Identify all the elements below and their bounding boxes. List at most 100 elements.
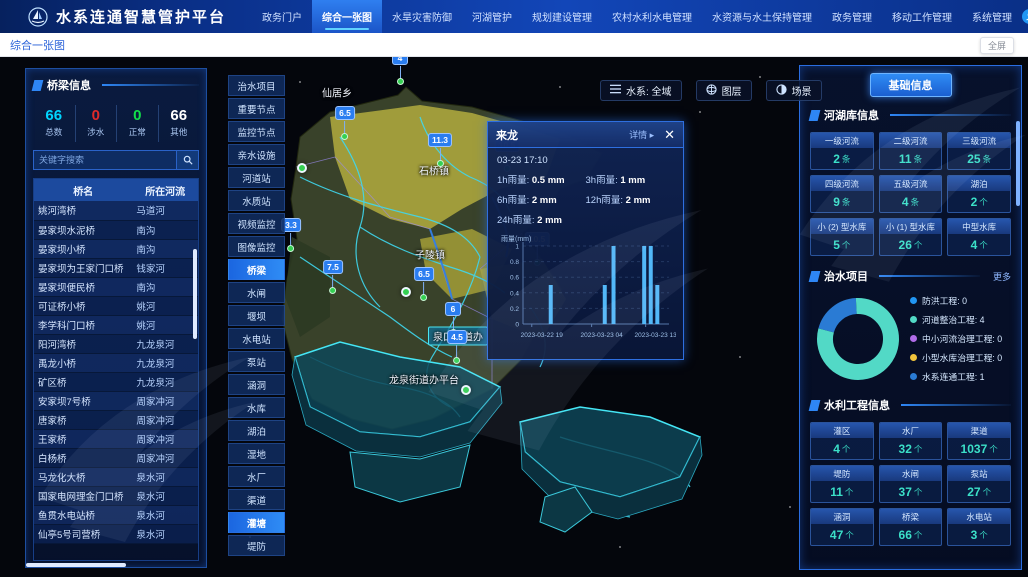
- layer-item-11[interactable]: 水电站: [228, 328, 285, 349]
- layer-item-14[interactable]: 水库: [228, 397, 285, 418]
- layer-item-4[interactable]: 河道站: [228, 167, 285, 188]
- nav-item-0[interactable]: 政务门户: [252, 0, 312, 33]
- layer-item-6[interactable]: 视频监控: [228, 213, 285, 234]
- search-input[interactable]: [33, 150, 177, 170]
- table-row[interactable]: 姚河湾桥马道河: [34, 201, 198, 220]
- table-row[interactable]: 唐家桥周家冲河: [34, 410, 198, 429]
- search-button[interactable]: [177, 150, 199, 170]
- table-row[interactable]: 王家桥周家冲河: [34, 429, 198, 448]
- map-poi-icon[interactable]: [297, 163, 307, 173]
- nav-item-1[interactable]: 综合一张图: [312, 0, 382, 33]
- layer-item-5[interactable]: 水质站: [228, 190, 285, 211]
- panel-scrollbar[interactable]: [1016, 121, 1020, 206]
- nav-item-2[interactable]: 水旱灾害防御: [382, 0, 462, 33]
- layer-item-1[interactable]: 重要节点: [228, 98, 285, 119]
- basic-info-panel: 基础信息 河湖库信息 一级河流2条二级河流11条三级河流25条四级河流9条五级河…: [799, 65, 1022, 570]
- nav-item-6[interactable]: 水资源与水土保持管理: [702, 0, 822, 33]
- user-menu[interactable]: hhzb42080201 ▼: [1022, 9, 1028, 24]
- bridge-table: 桥名所在河流 姚河湾桥马道河晏家坝水泥桥南沟晏家坝小桥南沟晏家坝为王家门口桥钱家…: [34, 179, 198, 544]
- fullscreen-button[interactable]: 全屏: [980, 37, 1014, 54]
- table-row[interactable]: 晏家坝便民桥南沟: [34, 277, 198, 296]
- rain-metric: 3h雨量: 1 mm: [586, 172, 675, 186]
- layer-item-8[interactable]: 桥梁: [228, 259, 285, 280]
- table-row[interactable]: 国家电网理金门口桥泉水河: [34, 486, 198, 505]
- layer-item-7[interactable]: 图像监控: [228, 236, 285, 257]
- popup-title: 来龙: [496, 127, 629, 143]
- map-poi-icon[interactable]: [461, 385, 471, 395]
- nav-item-4[interactable]: 规划建设管理: [522, 0, 602, 33]
- layer-item-18[interactable]: 渠道: [228, 489, 285, 510]
- svg-text:0.6: 0.6: [510, 275, 519, 282]
- rain-metric: 1h雨量: 0.5 mm: [497, 172, 586, 186]
- map-marker[interactable]: 7.5: [323, 257, 343, 294]
- table-row[interactable]: 晏家坝小桥南沟: [34, 239, 198, 258]
- stat-card: 湖泊2个: [947, 175, 1011, 213]
- map-tool-list[interactable]: 水系: 全域: [600, 80, 682, 101]
- table-row[interactable]: 李学科门口桥姚河: [34, 315, 198, 334]
- map-marker[interactable]: 4.5: [447, 327, 467, 364]
- rainfall-bar-chart: 雨量(mm)00.20.40.60.812023-03-22 192023-03…: [497, 232, 676, 350]
- layer-item-9[interactable]: 水闸: [228, 282, 285, 303]
- layer-item-3[interactable]: 亲水设施: [228, 144, 285, 165]
- layer-item-13[interactable]: 涵洞: [228, 374, 285, 395]
- map-poi-icon[interactable]: [401, 287, 411, 297]
- divider: [102, 84, 199, 86]
- stat-card: 渠道1037个: [947, 422, 1011, 460]
- divider: [890, 114, 1011, 116]
- stat-card: 小 (1) 型水库26个: [879, 218, 943, 256]
- svg-text:0.8: 0.8: [510, 259, 519, 266]
- layer-item-15[interactable]: 湖泊: [228, 420, 285, 441]
- svg-text:2023-03-23 04: 2023-03-23 04: [580, 332, 623, 339]
- basic-info-button[interactable]: 基础信息: [870, 73, 952, 97]
- layer-item-0[interactable]: 治水项目: [228, 75, 285, 96]
- table-row[interactable]: 马龙化大桥泉水河: [34, 467, 198, 486]
- nav-item-9[interactable]: 系统管理: [962, 0, 1022, 33]
- bridge-stat: 66总数: [33, 105, 75, 142]
- nav-item-8[interactable]: 移动工作管理: [882, 0, 962, 33]
- layer-item-2[interactable]: 监控节点: [228, 121, 285, 142]
- horizontal-scrollbar[interactable]: [26, 563, 126, 567]
- vertical-scrollbar[interactable]: [193, 249, 197, 339]
- stat-card: 五级河流4条: [879, 175, 943, 213]
- layer-item-16[interactable]: 湿地: [228, 443, 285, 464]
- table-row[interactable]: 可证桥小桥姚河: [34, 296, 198, 315]
- table-row[interactable]: 白杨桥周家冲河: [34, 448, 198, 467]
- layer-item-17[interactable]: 水厂: [228, 466, 285, 487]
- scene-icon: [776, 84, 787, 98]
- legend-item: 小型水库治理工程: 0: [910, 351, 1011, 364]
- table-row[interactable]: 安家坝7号桥周家冲河: [34, 391, 198, 410]
- map-tool-scene[interactable]: 场景: [766, 80, 822, 101]
- rain-metric: 6h雨量: 2 mm: [497, 192, 586, 206]
- table-row[interactable]: 阳河湾桥九龙泉河: [34, 334, 198, 353]
- panel-notch-icon: [809, 400, 821, 411]
- list-icon: [610, 84, 621, 97]
- breadcrumb: 综合一张图: [10, 37, 65, 53]
- more-link[interactable]: 更多: [993, 270, 1011, 283]
- layer-item-20[interactable]: 堤防: [228, 535, 285, 556]
- nav-item-3[interactable]: 河湖管护: [462, 0, 522, 33]
- table-row[interactable]: 晏家坝水泥桥南沟: [34, 220, 198, 239]
- map-tool-layers[interactable]: 图层: [696, 80, 752, 101]
- popup-details-link[interactable]: 详情 ▸: [629, 128, 654, 141]
- nav-item-7[interactable]: 政务管理: [822, 0, 882, 33]
- nav-item-5[interactable]: 农村水利水电管理: [602, 0, 702, 33]
- table-row[interactable]: 矿区桥九龙泉河: [34, 372, 198, 391]
- table-row[interactable]: 禹龙小桥九龙泉河: [34, 353, 198, 372]
- stat-card: 三级河流25条: [947, 132, 1011, 170]
- table-row[interactable]: 鱼贯水电站桥泉水河: [34, 505, 198, 524]
- svg-text:0.2: 0.2: [510, 306, 519, 313]
- map-marker[interactable]: 6.5: [414, 264, 434, 301]
- donut-legend: 防洪工程: 0河道整治工程: 4中小河流治理工程: 0小型水库治理工程: 0水系…: [910, 288, 1011, 389]
- map-marker[interactable]: 11.3: [428, 130, 452, 167]
- table-row[interactable]: 晏家坝为王家门口桥钱家河: [34, 258, 198, 277]
- close-icon[interactable]: ✕: [664, 128, 675, 141]
- table-row[interactable]: 仙亭5号司营桥泉水河: [34, 524, 198, 543]
- panel-notch-icon: [809, 110, 821, 121]
- layer-item-10[interactable]: 堰坝: [228, 305, 285, 326]
- legend-item: 河道整治工程: 4: [910, 313, 1011, 326]
- layer-item-12[interactable]: 泵站: [228, 351, 285, 372]
- legend-item: 水系连通工程: 1: [910, 370, 1011, 383]
- layer-item-19[interactable]: 灌塘: [228, 512, 285, 533]
- map-marker[interactable]: 6.5: [335, 103, 355, 140]
- stat-card: 灌区4个: [810, 422, 874, 460]
